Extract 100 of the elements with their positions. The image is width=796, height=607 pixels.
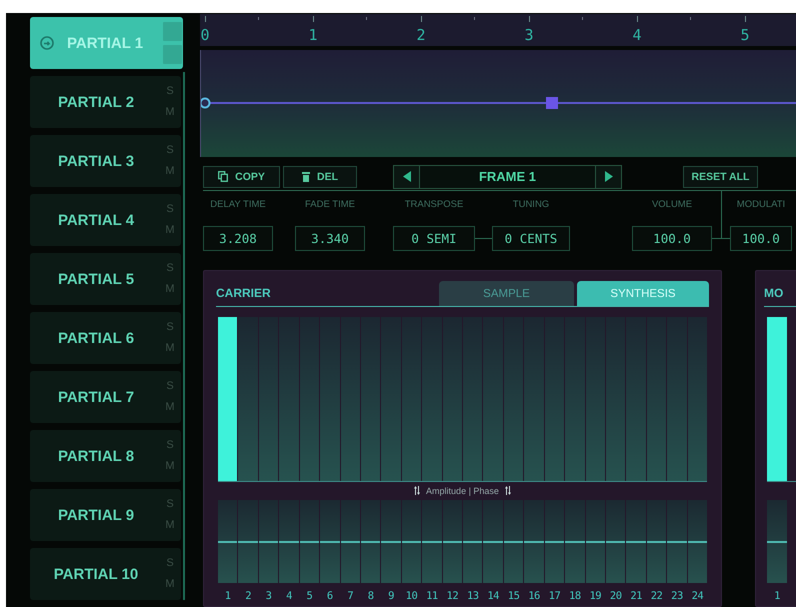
value-field[interactable]: 100.0 bbox=[730, 226, 792, 251]
phase-slider[interactable] bbox=[381, 500, 401, 583]
phase-slider[interactable] bbox=[218, 500, 238, 583]
harmonic-slider[interactable] bbox=[626, 317, 646, 481]
value-field[interactable]: 100.0 bbox=[632, 226, 712, 251]
left-triangle-icon bbox=[402, 171, 410, 182]
harmonic-number: 19 bbox=[588, 590, 602, 602]
mute-toggle[interactable] bbox=[163, 45, 182, 64]
harmonic-number: 17 bbox=[548, 590, 562, 602]
phase-slider[interactable] bbox=[606, 500, 626, 583]
harmonic-number: 10 bbox=[404, 590, 418, 602]
phase-slider[interactable] bbox=[463, 500, 482, 583]
harmonic-slider[interactable] bbox=[258, 317, 278, 481]
harmonic-slider[interactable] bbox=[646, 317, 666, 481]
harmonic-slider[interactable] bbox=[524, 317, 544, 481]
harmonic-number: 13 bbox=[466, 590, 480, 602]
phase-slider[interactable] bbox=[688, 500, 708, 583]
phase-slider[interactable] bbox=[340, 500, 360, 583]
harmonic-slider[interactable] bbox=[504, 317, 524, 481]
harmonic-number: 11 bbox=[425, 590, 439, 602]
phase-slider[interactable] bbox=[586, 500, 606, 583]
panel-title: MO bbox=[764, 286, 784, 300]
value-field[interactable]: 0 CENTS bbox=[492, 226, 570, 251]
harmonic-slider[interactable] bbox=[586, 317, 606, 481]
axis-label: Amplitude | Phase bbox=[426, 486, 499, 496]
parameter-label: MODULATI bbox=[736, 198, 786, 212]
phase-slider[interactable] bbox=[626, 500, 646, 583]
harmonic-number: 23 bbox=[670, 590, 684, 602]
phase-slider[interactable] bbox=[646, 500, 666, 583]
value-field[interactable]: 3.340 bbox=[295, 226, 365, 251]
up-down-arrow-icon bbox=[414, 486, 420, 495]
partial-item[interactable]: PARTIAL 1 bbox=[30, 17, 183, 69]
harmonic-slider[interactable] bbox=[381, 317, 401, 481]
copy-button[interactable]: COPY bbox=[203, 166, 280, 188]
mode-tab[interactable]: SAMPLE bbox=[439, 281, 574, 306]
harmonic-number: 1 bbox=[773, 590, 781, 602]
harmonic-number: 21 bbox=[629, 590, 643, 602]
panel-title: CARRIER bbox=[216, 286, 271, 300]
previous-frame-button[interactable] bbox=[394, 166, 419, 188]
right-triangle-icon bbox=[604, 171, 612, 182]
harmonic-number: 16 bbox=[527, 590, 541, 602]
harmonic-number: 15 bbox=[506, 590, 520, 602]
harmonic-slider[interactable] bbox=[544, 317, 564, 481]
reset-all-button[interactable]: RESET ALL bbox=[683, 166, 758, 188]
harmonic-slider[interactable] bbox=[300, 317, 320, 481]
harmonic-slider[interactable] bbox=[238, 317, 258, 481]
harmonic-number: 8 bbox=[366, 590, 375, 602]
harmonic-slider[interactable] bbox=[767, 317, 787, 481]
ruler-label: 4 bbox=[632, 14, 642, 46]
harmonic-slider[interactable] bbox=[463, 317, 482, 481]
phase-slider[interactable] bbox=[524, 500, 544, 583]
phase-slider[interactable] bbox=[402, 500, 422, 583]
harmonic-number: 18 bbox=[568, 590, 582, 602]
parameter-label: DELAY TIME bbox=[210, 198, 266, 212]
phase-slider[interactable] bbox=[360, 500, 380, 583]
harmonic-number: 6 bbox=[326, 590, 334, 602]
phase-slider[interactable] bbox=[483, 500, 503, 583]
harmonic-slider[interactable] bbox=[218, 317, 238, 481]
harmonic-slider[interactable] bbox=[279, 317, 299, 481]
phase-slider[interactable] bbox=[504, 500, 524, 583]
phase-slider[interactable] bbox=[565, 500, 585, 583]
harmonic-slider[interactable] bbox=[483, 317, 503, 481]
envelope-editor[interactable] bbox=[200, 50, 796, 157]
harmonic-number: 3 bbox=[264, 590, 272, 602]
link-line bbox=[475, 238, 492, 239]
phase-slider[interactable] bbox=[422, 500, 442, 583]
mode-tab[interactable]: SYNTHESIS bbox=[577, 281, 709, 306]
harmonic-slider[interactable] bbox=[442, 317, 462, 481]
harmonic-slider[interactable] bbox=[565, 317, 585, 481]
phase-slider[interactable] bbox=[544, 500, 564, 583]
phase-slider[interactable] bbox=[667, 500, 687, 583]
harmonic-number: 7 bbox=[346, 590, 354, 602]
phase-slider[interactable] bbox=[442, 500, 462, 583]
harmonic-number: 24 bbox=[690, 590, 704, 602]
harmonic-slider[interactable] bbox=[667, 317, 687, 481]
harmonic-slider[interactable] bbox=[422, 317, 442, 481]
phase-slider[interactable] bbox=[238, 500, 258, 583]
harmonic-number: 12 bbox=[446, 590, 460, 602]
value-field[interactable]: 3.208 bbox=[203, 226, 273, 251]
parameter-label: FADE TIME bbox=[305, 198, 355, 212]
phase-slider[interactable] bbox=[258, 500, 278, 583]
parameter-label: VOLUME bbox=[652, 198, 692, 212]
harmonic-slider[interactable] bbox=[402, 317, 422, 481]
phase-slider[interactable] bbox=[767, 500, 787, 583]
solo-toggle[interactable] bbox=[163, 22, 182, 41]
phase-slider[interactable] bbox=[279, 500, 299, 583]
next-frame-button[interactable] bbox=[596, 166, 621, 188]
phase-slider[interactable] bbox=[320, 500, 340, 583]
delete-button[interactable]: DEL bbox=[283, 166, 357, 188]
start-handle[interactable] bbox=[201, 98, 210, 108]
harmonic-number: 9 bbox=[387, 590, 395, 602]
harmonic-slider[interactable] bbox=[360, 317, 380, 481]
harmonic-slider[interactable] bbox=[688, 317, 708, 481]
ruler-label: 1 bbox=[308, 14, 318, 46]
harmonic-number: 22 bbox=[650, 590, 664, 602]
value-field[interactable]: 0 SEMI bbox=[393, 226, 475, 251]
phase-slider[interactable] bbox=[300, 500, 320, 583]
harmonic-slider[interactable] bbox=[320, 317, 340, 481]
harmonic-slider[interactable] bbox=[606, 317, 626, 481]
harmonic-slider[interactable] bbox=[340, 317, 360, 481]
